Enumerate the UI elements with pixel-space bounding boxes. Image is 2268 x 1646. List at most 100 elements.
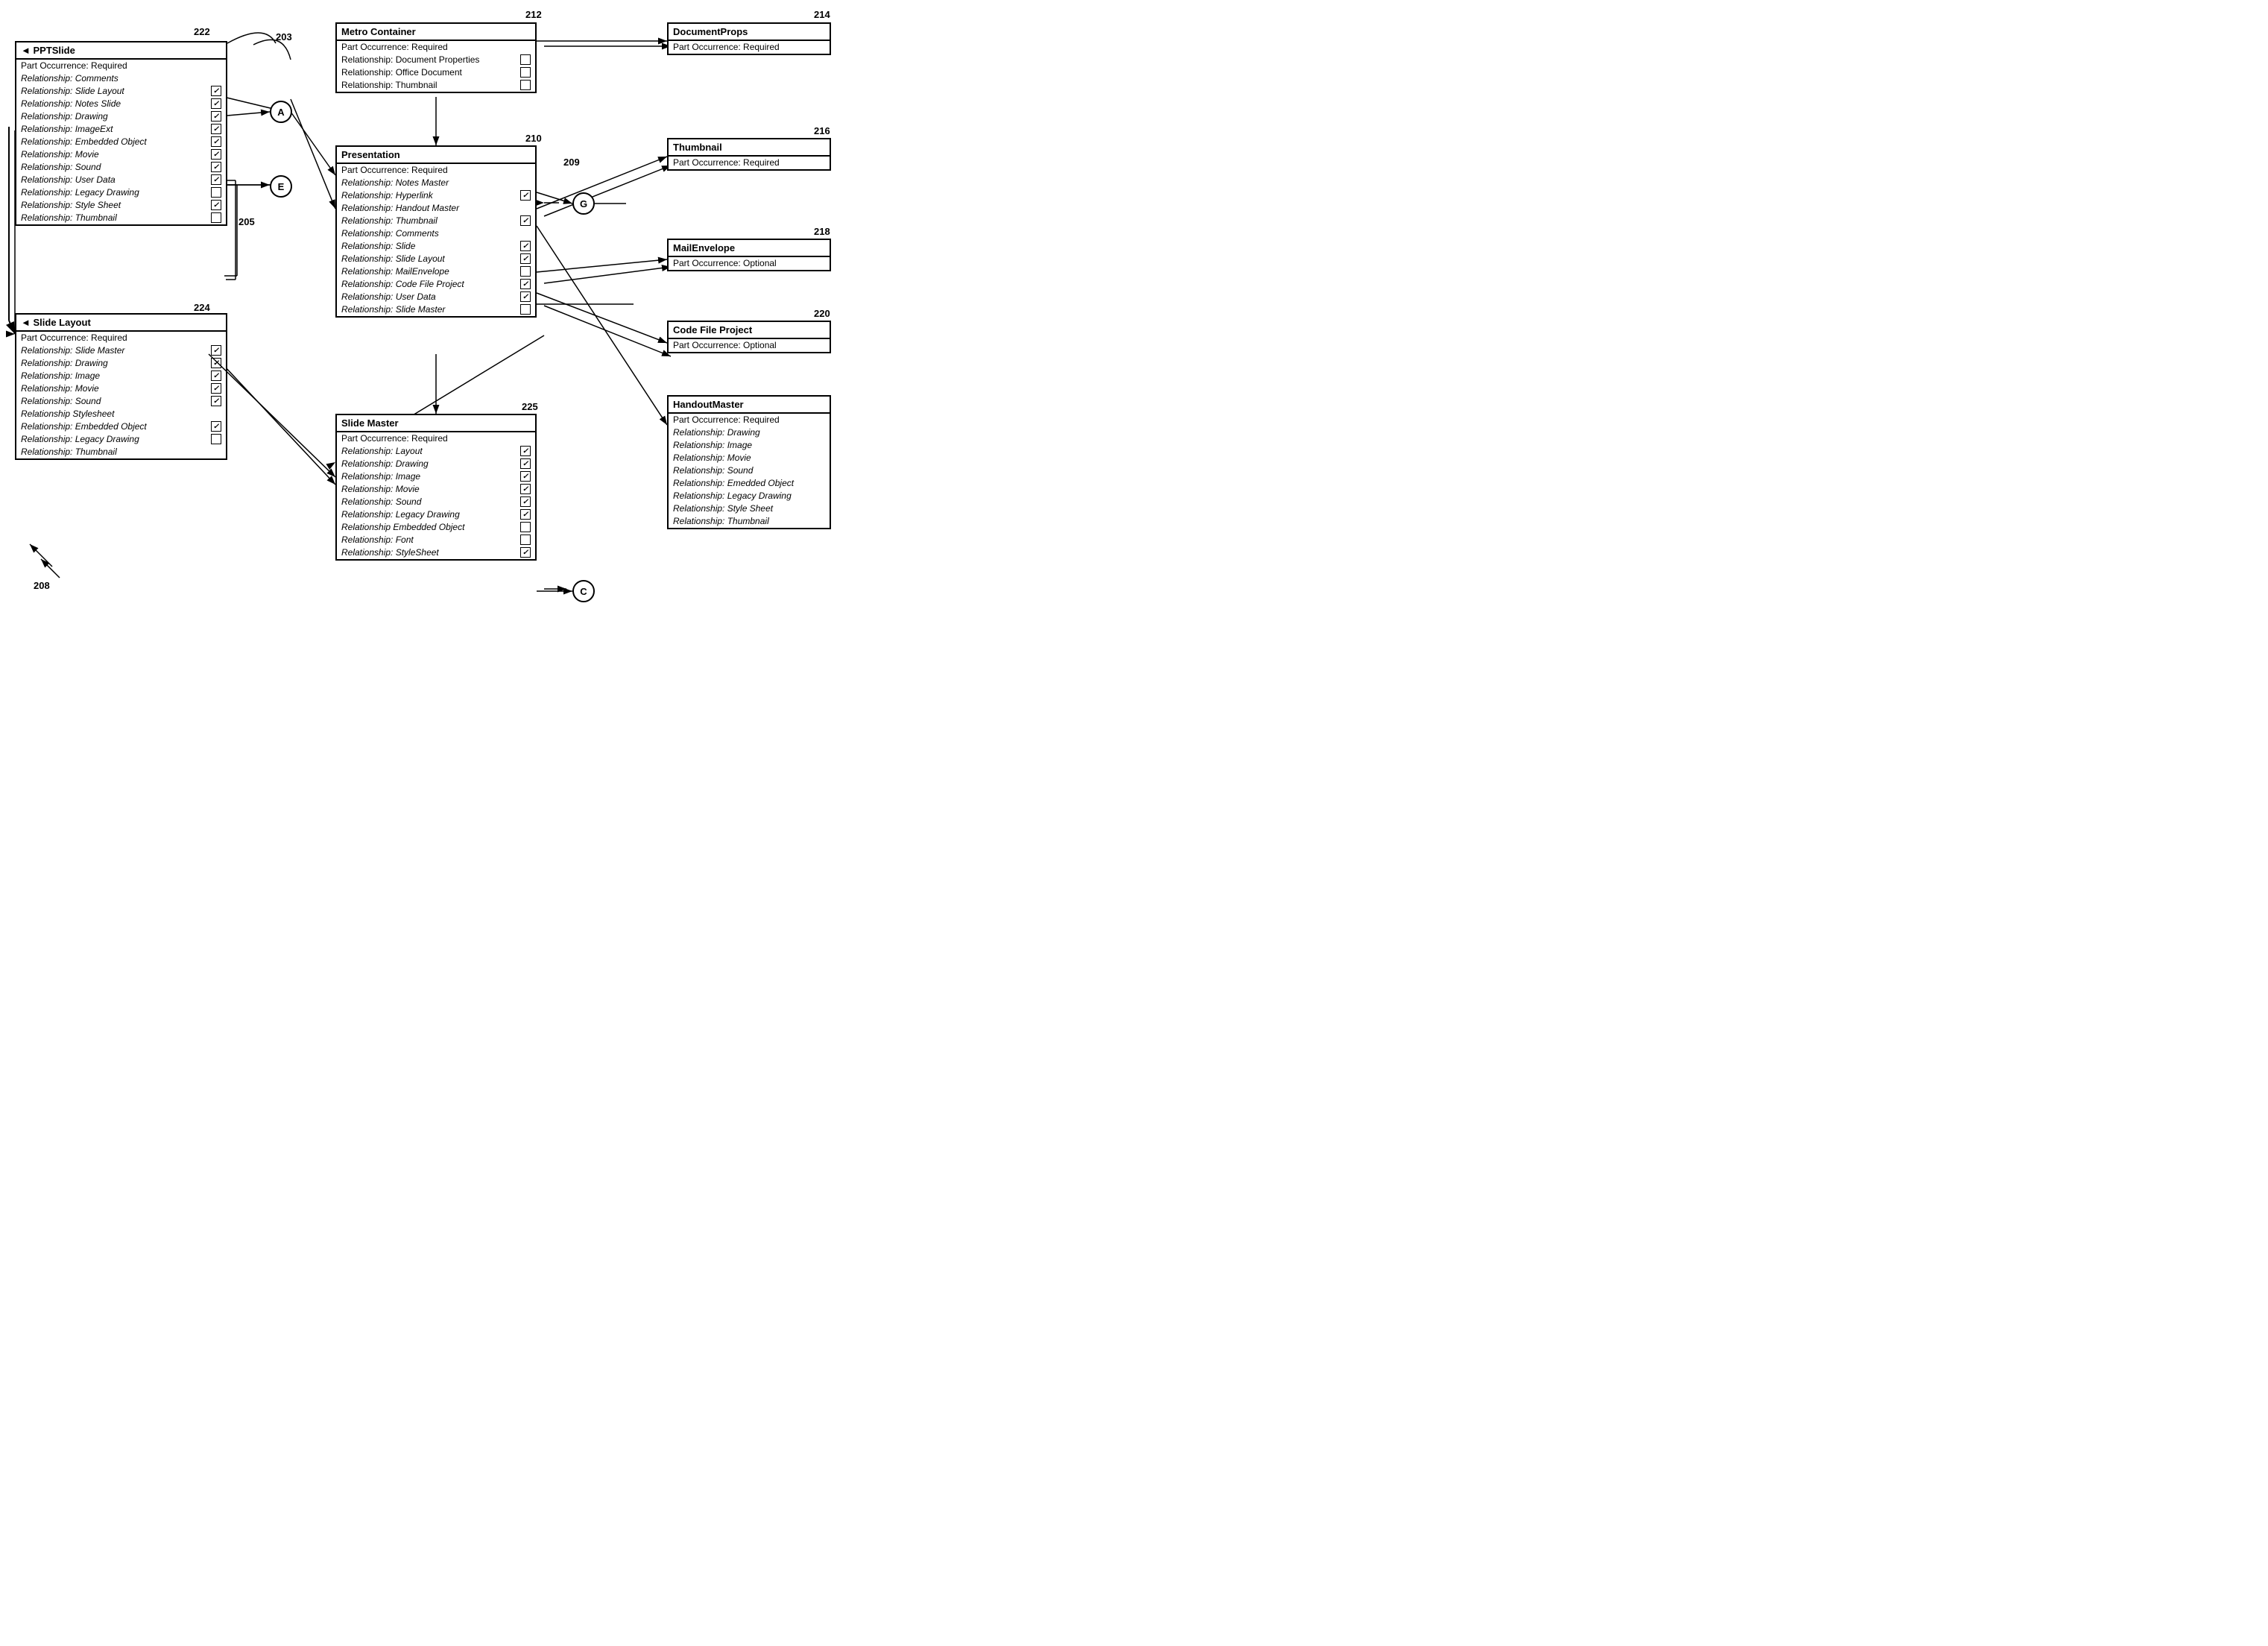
pres-row-5: Relationship: Comments	[337, 227, 535, 240]
sm-row-0: Part Occurrence: Required	[337, 432, 535, 445]
hm-row-0: Part Occurrence: Required	[669, 414, 830, 426]
hm-row-1: Relationship: Drawing	[669, 426, 830, 439]
pres-row-7: Relationship: Slide Layout	[337, 253, 535, 265]
pptslide-row-6: Relationship: Embedded Object	[16, 136, 226, 148]
ref-209: 209	[563, 157, 580, 168]
dp-row-0: Part Occurrence: Required	[669, 41, 830, 54]
pres-row-4: Relationship: Thumbnail	[337, 215, 535, 227]
hm-row-8: Relationship: Thumbnail	[669, 515, 830, 528]
ref-218: 218	[814, 226, 830, 237]
mc-row-0: Part Occurrence: Required	[337, 41, 535, 54]
sl-row-7: Relationship: Embedded Object	[16, 420, 226, 433]
handoutmaster-box: HandoutMaster Part Occurrence: Required …	[667, 395, 831, 529]
ref-214: 214	[814, 9, 830, 20]
mc-row-2: Relationship: Office Document	[337, 66, 535, 79]
hm-row-2: Relationship: Image	[669, 439, 830, 452]
pptslide-row-1: Relationship: Comments	[16, 72, 226, 85]
pres-row-6: Relationship: Slide	[337, 240, 535, 253]
hm-row-5: Relationship: Emedded Object	[669, 477, 830, 490]
sl-row-9: Relationship: Thumbnail	[16, 446, 226, 458]
codefileproject-box: Code File Project Part Occurrence: Optio…	[667, 321, 831, 353]
presentation-box: Presentation Part Occurrence: Required R…	[335, 145, 537, 318]
pptslide-row-5: Relationship: ImageExt	[16, 123, 226, 136]
pptslide-row-8: Relationship: Sound	[16, 161, 226, 174]
sl-row-2: Relationship: Drawing	[16, 357, 226, 370]
sl-row-6: Relationship Stylesheet	[16, 408, 226, 420]
sm-row-1: Relationship: Layout	[337, 445, 535, 458]
pres-row-11: Relationship: Slide Master	[337, 303, 535, 316]
pptslide-row-2: Relationship: Slide Layout	[16, 85, 226, 98]
slide-layout-title: ◄ Slide Layout	[16, 315, 226, 332]
thumbnail-title: Thumbnail	[669, 139, 830, 157]
sl-row-4: Relationship: Movie	[16, 382, 226, 395]
ref-205: 205	[239, 216, 255, 227]
sl-row-0: Part Occurrence: Required	[16, 332, 226, 344]
diagram: ◄ PPTSlide Part Occurrence: Required Rel…	[0, 0, 894, 649]
sl-row-1: Relationship: Slide Master	[16, 344, 226, 357]
circle-G: G	[572, 192, 595, 215]
sm-row-3: Relationship: Image	[337, 470, 535, 483]
documentprops-box: DocumentProps Part Occurrence: Required	[667, 22, 831, 55]
cfp-row-0: Part Occurrence: Optional	[669, 339, 830, 352]
mailenvelope-title: MailEnvelope	[669, 240, 830, 257]
pres-row-9: Relationship: Code File Project	[337, 278, 535, 291]
ref-224: 224	[194, 302, 210, 313]
circle-E: E	[270, 175, 292, 198]
ref-210: 210	[525, 133, 542, 144]
sm-row-8: Relationship: Font	[337, 534, 535, 546]
circle-C: C	[572, 580, 595, 602]
mc-row-1: Relationship: Document Properties	[337, 54, 535, 66]
thumbnail-box: Thumbnail Part Occurrence: Required	[667, 138, 831, 171]
sm-row-7: Relationship Embedded Object	[337, 521, 535, 534]
pptslide-box: ◄ PPTSlide Part Occurrence: Required Rel…	[15, 41, 227, 226]
metro-container-title: Metro Container	[337, 24, 535, 41]
pptslide-row-3: Relationship: Notes Slide	[16, 98, 226, 110]
pres-row-0: Part Occurrence: Required	[337, 164, 535, 177]
pptslide-row-12: Relationship: Thumbnail	[16, 212, 226, 224]
pres-row-2: Relationship: Hyperlink	[337, 189, 535, 202]
ref-220: 220	[814, 308, 830, 319]
pptslide-row-9: Relationship: User Data	[16, 174, 226, 186]
handoutmaster-title: HandoutMaster	[669, 397, 830, 414]
pptslide-row-10: Relationship: Legacy Drawing	[16, 186, 226, 199]
mc-row-3: Relationship: Thumbnail	[337, 79, 535, 92]
codefileproject-title: Code File Project	[669, 322, 830, 339]
presentation-title: Presentation	[337, 147, 535, 164]
pptslide-row-4: Relationship: Drawing	[16, 110, 226, 123]
sl-row-8: Relationship: Legacy Drawing	[16, 433, 226, 446]
ref-208: 208	[34, 580, 50, 591]
me-row-0: Part Occurrence: Optional	[669, 257, 830, 270]
pres-row-1: Relationship: Notes Master	[337, 177, 535, 189]
pres-row-10: Relationship: User Data	[337, 291, 535, 303]
documentprops-title: DocumentProps	[669, 24, 830, 41]
hm-row-3: Relationship: Movie	[669, 452, 830, 464]
sm-row-5: Relationship: Sound	[337, 496, 535, 508]
slide-master-box: Slide Master Part Occurrence: Required R…	[335, 414, 537, 561]
sm-row-6: Relationship: Legacy Drawing	[337, 508, 535, 521]
pptslide-row-7: Relationship: Movie	[16, 148, 226, 161]
ref-212: 212	[525, 9, 542, 20]
ref-225: 225	[522, 401, 538, 412]
sl-row-5: Relationship: Sound	[16, 395, 226, 408]
metro-container-box: Metro Container Part Occurrence: Require…	[335, 22, 537, 93]
ref-203: 203	[276, 31, 292, 42]
ref-222: 222	[194, 26, 210, 37]
slide-layout-box: ◄ Slide Layout Part Occurrence: Required…	[15, 313, 227, 460]
sm-row-9: Relationship: StyleSheet	[337, 546, 535, 559]
sm-row-4: Relationship: Movie	[337, 483, 535, 496]
pres-row-8: Relationship: MailEnvelope	[337, 265, 535, 278]
circle-A: A	[270, 101, 292, 123]
hm-row-4: Relationship: Sound	[669, 464, 830, 477]
sm-row-2: Relationship: Drawing	[337, 458, 535, 470]
ref-216: 216	[814, 125, 830, 136]
slide-master-title: Slide Master	[337, 415, 535, 432]
hm-row-6: Relationship: Legacy Drawing	[669, 490, 830, 502]
th-row-0: Part Occurrence: Required	[669, 157, 830, 169]
pptslide-row-11: Relationship: Style Sheet	[16, 199, 226, 212]
sl-row-3: Relationship: Image	[16, 370, 226, 382]
pptslide-title: ◄ PPTSlide	[16, 42, 226, 60]
pptslide-row-0: Part Occurrence: Required	[16, 60, 226, 72]
pres-row-3: Relationship: Handout Master	[337, 202, 535, 215]
hm-row-7: Relationship: Style Sheet	[669, 502, 830, 515]
mailenvelope-box: MailEnvelope Part Occurrence: Optional	[667, 239, 831, 271]
